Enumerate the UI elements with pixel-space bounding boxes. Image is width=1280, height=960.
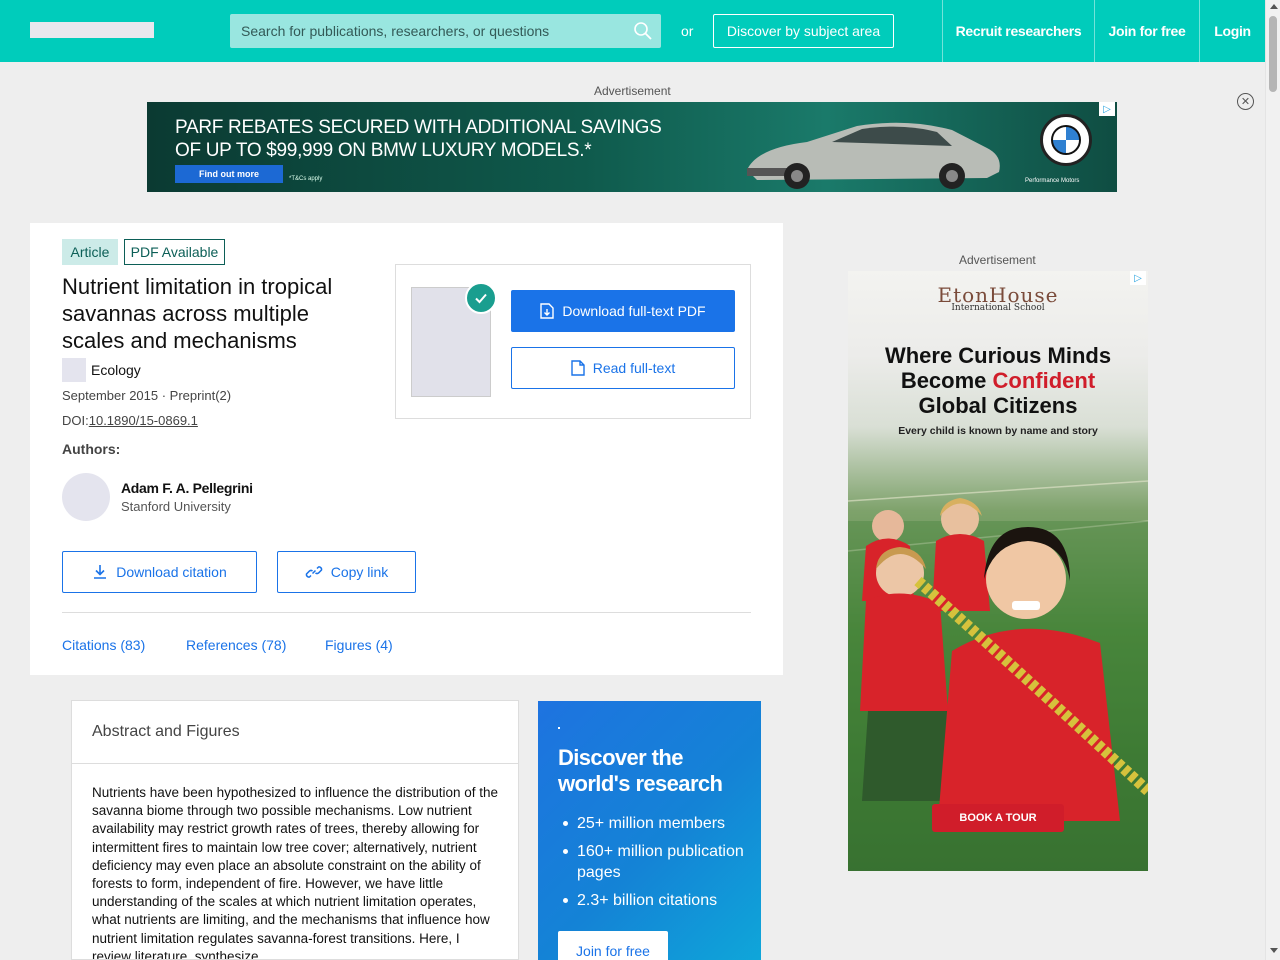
side-ad-brand-sub: International School <box>951 303 1045 313</box>
publication-meta: September 2015 · Preprint(2) <box>62 388 232 403</box>
pdf-available-badge: PDF Available <box>124 239 225 265</box>
promo-item: 25+ million members <box>560 813 750 834</box>
scroll-thumb[interactable] <box>1269 16 1277 92</box>
download-pdf-button[interactable]: Download full-text PDF <box>511 290 735 332</box>
car-image <box>747 122 1000 189</box>
abstract-divider <box>72 763 518 764</box>
tab-references[interactable]: References (78) <box>186 637 286 653</box>
journal-name[interactable]: Ecology <box>91 362 141 378</box>
side-ad-choices-icon[interactable]: ▷ <box>1130 271 1146 285</box>
tab-figures[interactable]: Figures (4) <box>325 637 393 653</box>
link-icon <box>305 566 322 578</box>
doi-link[interactable]: 10.1890/15-0869.1 <box>89 413 198 428</box>
abstract-heading: Abstract and Figures <box>92 723 240 740</box>
top-ad-label: Advertisement <box>594 84 671 98</box>
close-ad-icon[interactable]: ✕ <box>1237 93 1254 110</box>
abstract-panel: Abstract and Figures Nutrients have been… <box>71 700 519 960</box>
book-tour-button[interactable]: BOOK A TOUR <box>932 804 1064 832</box>
read-full-text-button[interactable]: Read full-text <box>511 347 735 389</box>
promo-heading: Discover the world's research <box>558 745 723 796</box>
pdf-download-icon <box>540 303 555 319</box>
page-scrollbar[interactable] <box>1265 0 1280 960</box>
search-input[interactable] <box>230 14 630 48</box>
article-badge: Article <box>62 239 118 265</box>
pdf-panel: Download full-text PDF Read full-text <box>395 264 751 419</box>
top-ad-fine-print: *T&Cs apply <box>289 176 323 182</box>
journal-thumbnail <box>62 358 86 382</box>
promo-item: 2.3+ billion citations <box>560 890 750 911</box>
search-icon[interactable] <box>633 21 653 41</box>
abstract-text: Nutrients have been hypothesized to infl… <box>92 785 499 960</box>
copy-link-button[interactable]: Copy link <box>277 551 416 593</box>
promo-list: 25+ million members 160+ million publica… <box>560 813 750 918</box>
side-ad-tagline: Where Curious Minds Become Confident Glo… <box>884 343 1112 418</box>
top-header: or Discover by subject area Recruit rese… <box>0 0 1265 62</box>
nav-recruit-researchers[interactable]: Recruit researchers <box>942 0 1094 62</box>
article-title: Nutrient limitation in tropical savannas… <box>62 274 333 353</box>
document-icon <box>571 360 585 376</box>
author-name[interactable]: Adam F. A. Pellegrini <box>121 480 253 496</box>
top-banner-ad[interactable]: PARF REBATES SECURED WITH ADDITIONAL SAV… <box>147 102 1117 192</box>
promo-item: 160+ million publication pages <box>560 841 750 883</box>
download-icon <box>94 565 107 579</box>
discover-subject-button[interactable]: Discover by subject area <box>713 14 894 48</box>
promo-dot <box>558 727 560 729</box>
authors-label: Authors: <box>62 441 121 457</box>
search-bar[interactable] <box>230 14 661 48</box>
scroll-up-arrow-icon[interactable] <box>1270 4 1278 9</box>
site-logo[interactable] <box>30 22 154 38</box>
top-ad-headline: PARF REBATES SECURED WITH ADDITIONAL SAV… <box>175 117 662 161</box>
promo-join-button[interactable]: Join for free <box>558 931 668 960</box>
dealer-name: Performance Motors <box>1025 178 1080 184</box>
side-ad-subline: Every child is known by name and story <box>898 425 1098 437</box>
author-avatar[interactable] <box>62 473 110 521</box>
scroll-down-arrow-icon[interactable] <box>1270 948 1278 953</box>
bmw-logo <box>1040 114 1092 166</box>
or-text: or <box>681 23 694 39</box>
article-card: Article PDF Available Nutrient limitatio… <box>30 223 783 675</box>
side-ad-label: Advertisement <box>959 253 1036 267</box>
section-divider <box>62 612 751 613</box>
author-institution: Stanford University <box>121 499 231 514</box>
ad-choices-icon[interactable]: ▷ <box>1099 102 1115 116</box>
check-icon <box>465 282 497 314</box>
side-banner-ad[interactable]: EtonHouse International School Where Cur… <box>848 271 1148 871</box>
download-citation-button[interactable]: Download citation <box>62 551 257 593</box>
nav-login[interactable]: Login <box>1199 0 1265 62</box>
top-ad-cta-button[interactable]: Find out more <box>175 165 283 183</box>
doi-line: DOI:10.1890/15-0869.1 <box>62 413 198 428</box>
nav-join-for-free[interactable]: Join for free <box>1094 0 1199 62</box>
discover-research-promo: Discover the world's research 25+ millio… <box>538 701 761 960</box>
tab-citations[interactable]: Citations (83) <box>62 637 145 653</box>
